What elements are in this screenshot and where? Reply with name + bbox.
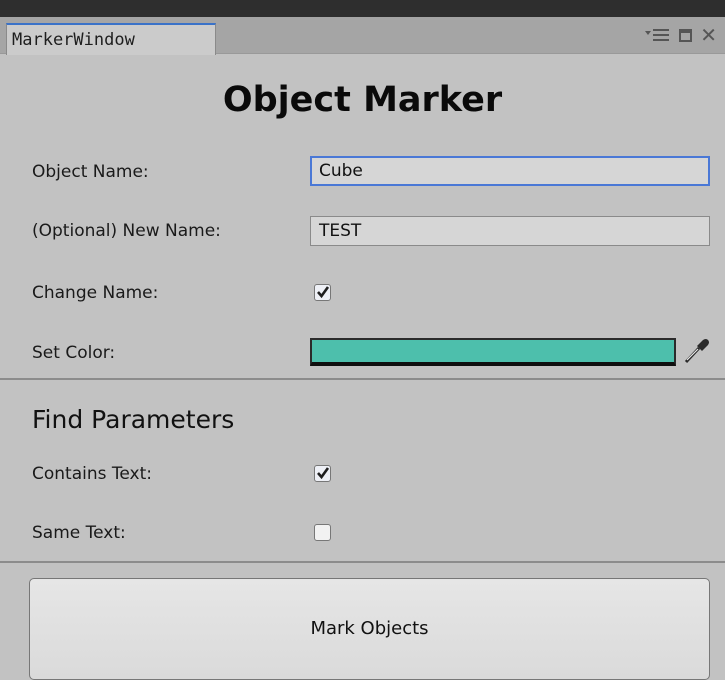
new-name-label: (Optional) New Name:	[32, 221, 221, 241]
page-title: Object Marker	[222, 80, 503, 120]
contains-text-checkbox[interactable]	[314, 465, 331, 482]
checkmark-icon	[317, 467, 330, 480]
close-icon[interactable]: ✕	[700, 25, 717, 45]
object-name-label: Object Name:	[32, 162, 149, 182]
mark-objects-button[interactable]: Mark Objects	[29, 578, 710, 680]
section-divider	[0, 561, 725, 563]
menu-icon[interactable]	[645, 27, 671, 43]
section-divider	[0, 378, 725, 380]
checkmark-icon	[317, 286, 330, 299]
same-text-checkbox[interactable]	[314, 524, 331, 541]
editor-top-strip	[0, 0, 725, 17]
tab-marker-window[interactable]: MarkerWindow	[6, 23, 216, 55]
eyedropper-icon[interactable]	[682, 337, 712, 365]
color-field[interactable]	[310, 338, 676, 366]
window-controls: ✕	[645, 24, 717, 46]
same-text-label: Same Text:	[32, 523, 126, 543]
change-name-label: Change Name:	[32, 283, 159, 303]
maximize-icon[interactable]	[679, 28, 693, 42]
contains-text-label: Contains Text:	[32, 464, 152, 484]
object-name-input[interactable]: Cube	[310, 156, 710, 186]
find-parameters-heading: Find Parameters	[32, 405, 235, 434]
change-name-checkbox[interactable]	[314, 284, 331, 301]
new-name-input[interactable]: TEST	[310, 216, 710, 246]
marker-window-panel: MarkerWindow ✕ Object Marker Object Name…	[0, 17, 725, 680]
set-color-label: Set Color:	[32, 343, 116, 363]
window-tab-bar: MarkerWindow ✕	[0, 17, 725, 55]
